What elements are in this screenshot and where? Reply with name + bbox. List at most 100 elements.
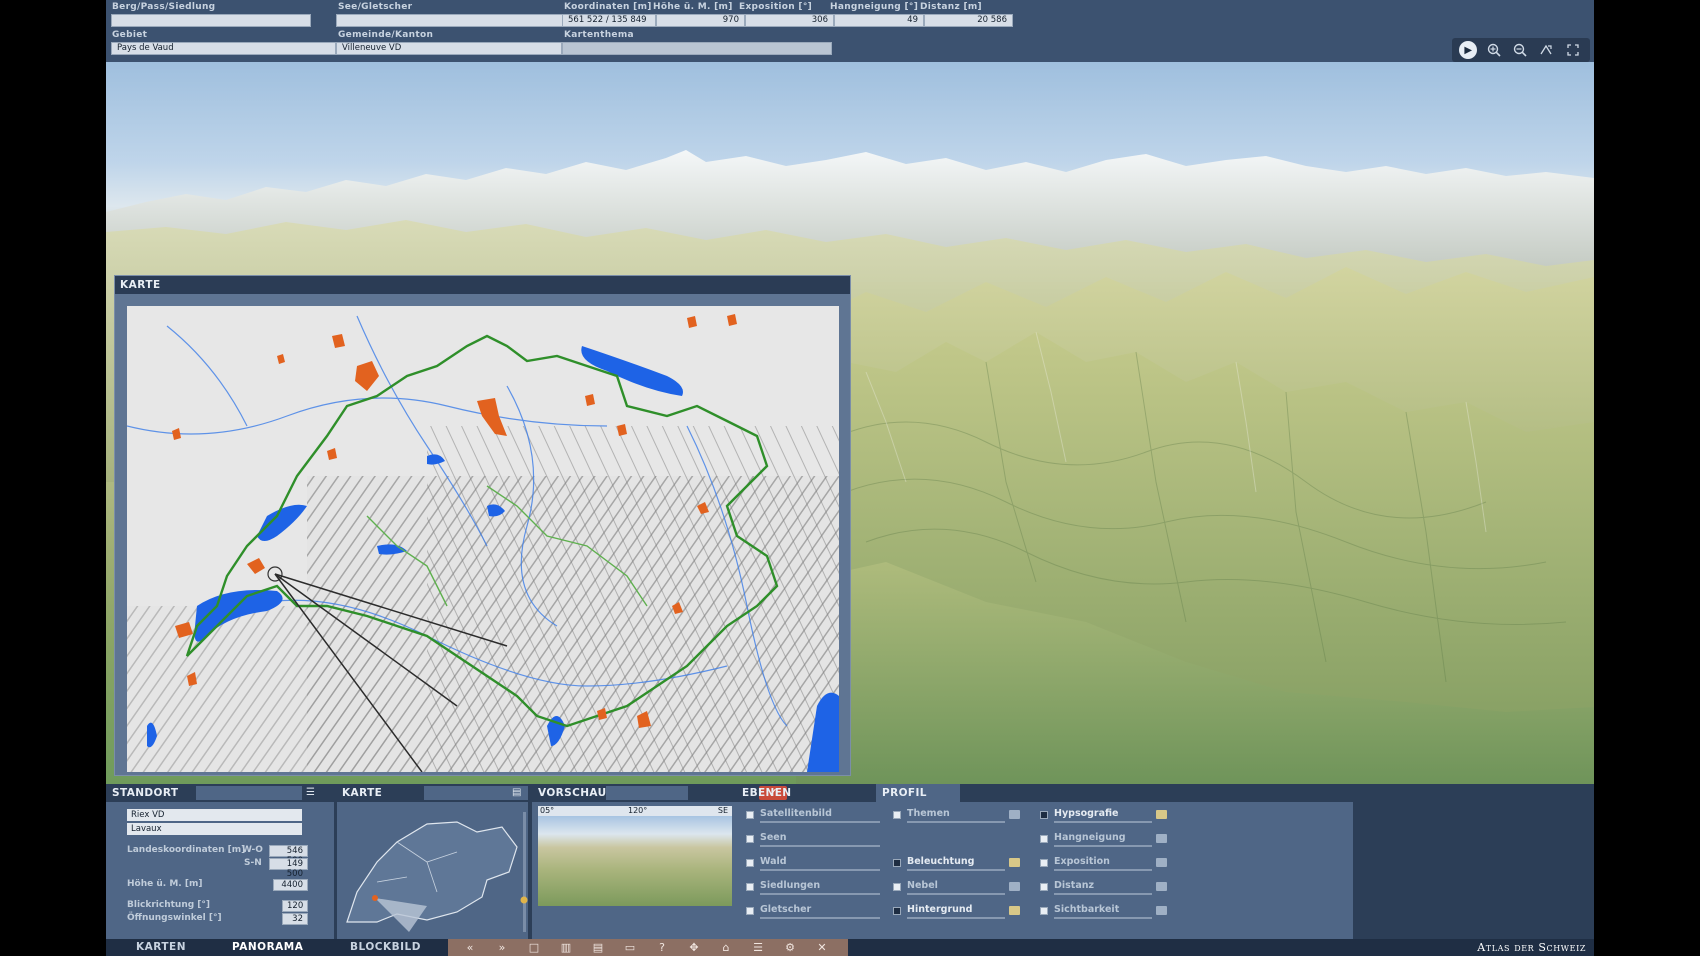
tab-panorama[interactable]: PANORAMA <box>232 939 303 956</box>
hoehe-standort-value[interactable]: 4400 <box>273 879 308 891</box>
mini-switzerland-map[interactable] <box>337 802 528 939</box>
checkbox[interactable] <box>746 883 754 891</box>
checkbox[interactable] <box>1040 811 1048 819</box>
preview-image <box>538 816 732 906</box>
standort-place-1[interactable]: Riex VD <box>127 809 302 821</box>
checkbox[interactable] <box>1040 835 1048 843</box>
kartenthema-field[interactable] <box>562 42 832 55</box>
checkbox[interactable] <box>746 859 754 867</box>
zoom-out-icon[interactable] <box>1510 40 1530 60</box>
checkbox[interactable] <box>746 835 754 843</box>
checkbox[interactable] <box>893 907 901 915</box>
layer-nebel[interactable]: Nebel <box>893 880 1023 896</box>
see-field[interactable] <box>336 14 568 27</box>
standort-place-2[interactable]: Lavaux <box>127 823 302 835</box>
settings-icon[interactable] <box>1009 906 1020 915</box>
karte-mini-title: KARTE <box>342 787 383 799</box>
oeffnungswinkel-label: Öffnungswinkel [°] <box>127 913 222 923</box>
sn-value[interactable]: 149 500 <box>269 858 308 879</box>
layer-underline <box>760 893 880 895</box>
settings-icon[interactable] <box>1156 834 1167 843</box>
forward-icon[interactable]: » <box>486 939 518 956</box>
checkbox[interactable] <box>893 859 901 867</box>
checkbox[interactable] <box>746 907 754 915</box>
layer-hintergrund[interactable]: Hintergrund <box>893 904 1023 920</box>
settings-icon[interactable] <box>1009 882 1020 891</box>
list-icon[interactable]: ☰ <box>306 787 320 799</box>
checkbox[interactable] <box>746 811 754 819</box>
layer-siedlungen[interactable]: Siedlungen <box>746 880 880 896</box>
gemeinde-field[interactable]: Villeneuve VD <box>336 42 562 55</box>
settings-icon[interactable] <box>1156 906 1167 915</box>
hangneigung-field: 49 <box>834 14 924 27</box>
profil-tab[interactable]: PROFIL <box>876 784 960 802</box>
checkbox[interactable] <box>1040 907 1048 915</box>
layer-exposition[interactable]: Exposition <box>1040 856 1170 872</box>
rewind-icon[interactable]: « <box>454 939 486 956</box>
settings-icon[interactable] <box>1009 810 1020 819</box>
switzerland-overview-map[interactable] <box>127 306 839 772</box>
berg-field[interactable] <box>111 14 311 27</box>
lock-icon[interactable]: ▥ <box>550 939 582 956</box>
layer-distanz[interactable]: Distanz <box>1040 880 1170 896</box>
layer-satellitenbild[interactable]: Satellitenbild <box>746 808 880 824</box>
tool-strip: « » □ ▥ ▤ ▭ ? ✥ ⌂ ☰ ⚙ ✕ <box>448 939 848 956</box>
layer-label: Hangneigung <box>1054 832 1126 843</box>
preview-scale-mid: 120° <box>628 806 648 815</box>
play-icon[interactable]: ▶ <box>1459 41 1478 59</box>
navigate-icon[interactable]: ✥ <box>678 939 710 956</box>
export-icon[interactable]: ▭ <box>614 939 646 956</box>
layer-label: Hypsografie <box>1054 808 1119 819</box>
sn-label: S-N <box>244 858 262 868</box>
close-icon[interactable]: ✕ <box>806 939 838 956</box>
standort-title: STANDORT <box>112 787 179 799</box>
print-icon[interactable]: ▤ <box>582 939 614 956</box>
layer-seen[interactable]: Seen <box>746 832 880 848</box>
checkbox[interactable] <box>1040 883 1048 891</box>
layer-beleuchtung[interactable]: Beleuchtung <box>893 856 1023 872</box>
exposition-field: 306 <box>745 14 834 27</box>
wo-value[interactable]: 546 500 <box>269 845 308 866</box>
settings-icon[interactable]: ⚙ <box>774 939 806 956</box>
settings-icon[interactable] <box>1009 858 1020 867</box>
zoom-in-icon[interactable] <box>1484 40 1504 60</box>
layer-hypsografie[interactable]: Hypsografie <box>1040 808 1170 824</box>
layer-underline <box>1054 869 1152 871</box>
layer-label: Hintergrund <box>907 904 973 915</box>
vorschau-panel: 05° 120° SE <box>532 802 737 939</box>
help-icon[interactable]: ? <box>646 939 678 956</box>
fullscreen-icon[interactable] <box>1563 40 1583 60</box>
settings-icon[interactable] <box>1156 810 1167 819</box>
layer-sichtbarkeit[interactable]: Sichtbarkeit <box>1040 904 1170 920</box>
ebenen-tab[interactable]: EBENEN <box>736 784 826 802</box>
tab-karten[interactable]: KARTEN <box>136 939 186 956</box>
rotate-icon[interactable] <box>1536 40 1556 60</box>
settings-icon[interactable] <box>1156 858 1167 867</box>
checkbox[interactable] <box>1040 859 1048 867</box>
hoehe-field: 970 <box>656 14 745 27</box>
checkbox[interactable] <box>893 811 901 819</box>
ebenen-title: EBENEN <box>742 787 792 799</box>
layer-underline <box>907 917 1005 919</box>
legend-icon[interactable]: ☰ <box>742 939 774 956</box>
home-icon[interactable]: ⌂ <box>710 939 742 956</box>
layer-themen[interactable]: Themen <box>893 808 1023 824</box>
brand-logo: Atlas der Schweiz <box>1477 941 1586 954</box>
bookmark-icon[interactable]: □ <box>518 939 550 956</box>
layer-wald[interactable]: Wald <box>746 856 880 872</box>
layer-underline <box>1054 917 1152 919</box>
oeffnungswinkel-value[interactable]: 32 <box>282 913 308 925</box>
hoehe-standort-label: Höhe ü. M. [m] <box>127 879 203 889</box>
settings-icon[interactable] <box>1156 882 1167 891</box>
layer-underline <box>760 917 880 919</box>
layer-hangneigung[interactable]: Hangneigung <box>1040 832 1170 848</box>
checkbox[interactable] <box>893 883 901 891</box>
blickrichtung-value[interactable]: 120 <box>282 900 308 912</box>
preview-frame[interactable]: 05° 120° SE <box>538 806 732 906</box>
gebiet-field[interactable]: Pays de Vaud <box>111 42 336 55</box>
tab-blockbild[interactable]: BLOCKBILD <box>350 939 421 956</box>
map-list-icon[interactable]: ▤ <box>512 787 526 799</box>
layer-gletscher[interactable]: Gletscher <box>746 904 880 920</box>
layer-underline <box>760 869 880 871</box>
layer-underline <box>760 845 880 847</box>
